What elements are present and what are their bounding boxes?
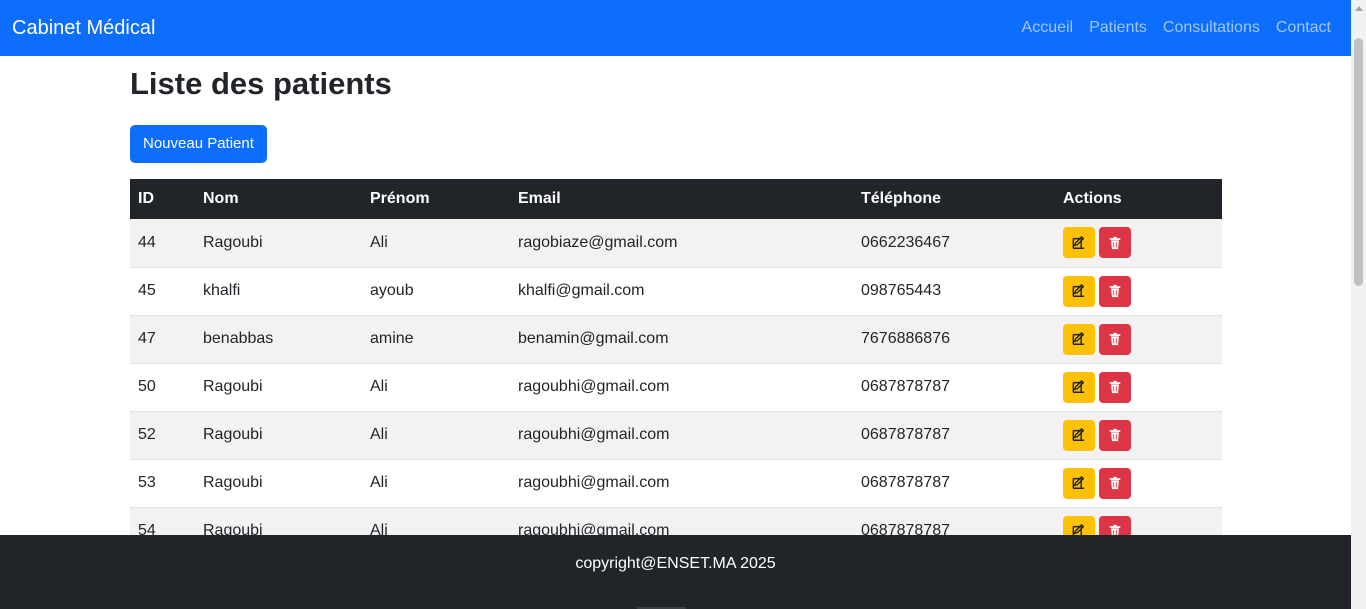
cell-telephone: 0687878787 [853,411,1055,460]
patients-table: ID Nom Prénom Email Téléphone Actions 44… [130,179,1222,556]
table-row: 45 khalfi ayoub khalfi@gmail.com 098765443 [130,267,1222,316]
navbar: Cabinet Médical Accueil Patients Consult… [0,0,1351,56]
cell-prenom: amine [362,315,510,364]
trash-icon [1108,380,1122,394]
header-id: ID [130,179,195,219]
edit-icon [1072,332,1086,346]
scrollbar-thumb[interactable] [1354,38,1363,286]
delete-button[interactable] [1099,227,1131,259]
cell-nom: Ragoubi [195,363,362,412]
cell-id: 53 [130,459,195,508]
brand-link[interactable]: Cabinet Médical [12,17,155,40]
row-actions [1063,323,1214,355]
edit-icon [1072,428,1086,442]
scroll-up-arrow-icon[interactable] [1351,0,1366,16]
cell-email: ragoubhi@gmail.com [510,411,853,460]
cell-prenom: ayoub [362,267,510,316]
table-row: 50 Ragoubi Ali ragoubhi@gmail.com 0687878787 [130,363,1222,412]
table-row: 47 benabbas amine benamin@gmail.com 76768868… [130,315,1222,364]
cell-nom: khalfi [195,267,362,316]
cell-id: 52 [130,411,195,460]
cell-email: ragoubhi@gmail.com [510,459,853,508]
edit-button[interactable] [1063,227,1095,259]
cell-prenom: Ali [362,411,510,460]
delete-button[interactable] [1099,467,1131,499]
edit-icon [1072,476,1086,490]
main-content: Liste des patients Nouveau Patient ID No… [130,56,1222,556]
trash-icon [1108,332,1122,346]
edit-icon [1072,284,1086,298]
new-patient-button[interactable]: Nouveau Patient [130,125,267,163]
cell-prenom: Ali [362,363,510,412]
header-nom: Nom [195,179,362,219]
edit-button[interactable] [1063,371,1095,403]
trash-icon [1108,236,1122,250]
cell-telephone: 0687878787 [853,363,1055,412]
cell-nom: benabbas [195,315,362,364]
delete-button[interactable] [1099,275,1131,307]
cell-email: ragoubhi@gmail.com [510,363,853,412]
nav-links: Accueil Patients Consultations Contact [1014,19,1339,37]
cell-nom: Ragoubi [195,459,362,508]
nav-link-contact[interactable]: Contact [1268,19,1339,37]
row-actions [1063,275,1214,307]
cell-actions [1055,267,1222,316]
cell-nom: Ragoubi [195,219,362,268]
page: Cabinet Médical Accueil Patients Consult… [0,0,1366,609]
header-telephone: Téléphone [853,179,1055,219]
nav-link-consultations[interactable]: Consultations [1155,19,1268,37]
table-row: 44 Ragoubi Ali ragobiaze@gmail.com 066223646… [130,219,1222,268]
cell-actions [1055,219,1222,268]
cell-telephone: 098765443 [853,267,1055,316]
table-header: ID Nom Prénom Email Téléphone Actions [130,179,1222,219]
trash-icon [1108,428,1122,442]
header-prenom: Prénom [362,179,510,219]
cell-id: 44 [130,219,195,268]
table-row: 52 Ragoubi Ali ragoubhi@gmail.com 0687878787 [130,411,1222,460]
trash-icon [1108,284,1122,298]
cell-prenom: Ali [362,459,510,508]
cell-actions [1055,363,1222,412]
header-actions: Actions [1055,179,1222,219]
cell-prenom: Ali [362,219,510,268]
edit-button[interactable] [1063,467,1095,499]
cell-id: 47 [130,315,195,364]
cell-telephone: 0687878787 [853,459,1055,508]
table-body: 44 Ragoubi Ali ragobiaze@gmail.com 066223646… [130,219,1222,556]
cell-actions [1055,411,1222,460]
cell-id: 50 [130,363,195,412]
footer: copyright@ENSET.MA 2025 [0,535,1351,609]
edit-icon [1072,235,1086,250]
edit-icon [1072,380,1086,394]
header-email: Email [510,179,853,219]
row-actions [1063,371,1214,403]
delete-button[interactable] [1099,419,1131,451]
edit-button[interactable] [1063,275,1095,307]
cell-actions [1055,315,1222,364]
delete-button[interactable] [1099,371,1131,403]
edit-button[interactable] [1063,323,1095,355]
trash-icon [1108,476,1122,490]
cell-telephone: 7676886876 [853,315,1055,364]
cell-telephone: 0662236467 [853,219,1055,268]
page-title: Liste des patients [130,66,392,101]
edit-button[interactable] [1063,419,1095,451]
page-scrollbar[interactable] [1351,0,1366,609]
row-actions [1063,467,1214,499]
nav-link-patients[interactable]: Patients [1081,19,1155,37]
row-actions [1063,419,1214,451]
footer-copyright: copyright@ENSET.MA 2025 [575,555,776,572]
cell-email: khalfi@gmail.com [510,267,853,316]
cell-actions [1055,459,1222,508]
cell-email: ragobiaze@gmail.com [510,219,853,268]
nav-link-accueil[interactable]: Accueil [1014,19,1082,37]
cell-id: 45 [130,267,195,316]
delete-button[interactable] [1099,323,1131,355]
cell-email: benamin@gmail.com [510,315,853,364]
table-row: 53 Ragoubi Ali ragoubhi@gmail.com 0687878787 [130,459,1222,508]
row-actions [1063,227,1214,259]
cell-nom: Ragoubi [195,411,362,460]
